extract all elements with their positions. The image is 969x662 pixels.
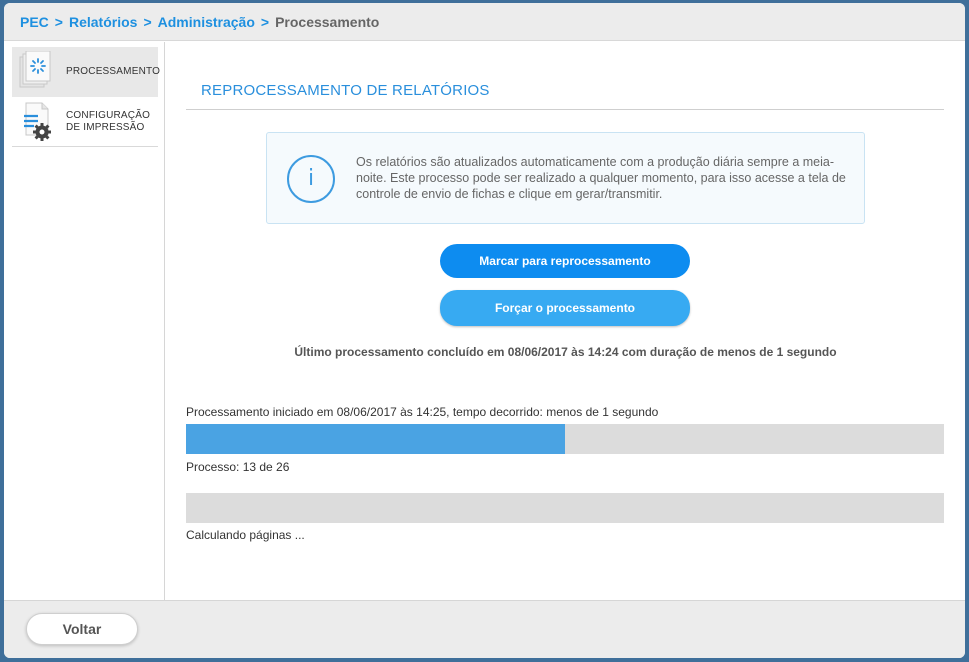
last-processing-status: Último processamento concluído em 08/06/…: [294, 345, 837, 359]
breadcrumb-administracao[interactable]: Administração: [158, 14, 255, 30]
pages-progress-bar: [186, 493, 944, 523]
footer-bar: Voltar: [4, 600, 965, 658]
breadcrumb-separator: >: [54, 13, 63, 30]
print-settings-icon: [18, 101, 58, 143]
breadcrumb-relatorios[interactable]: Relatórios: [69, 14, 137, 30]
sidebar-item-label-line2: DE IMPRESSÃO: [66, 122, 145, 133]
breadcrumb: PEC > Relatórios > Administração > Proce…: [4, 3, 965, 41]
breadcrumb-current: Processamento: [275, 13, 380, 30]
sidebar-divider: [12, 146, 158, 147]
sidebar-item-configuracao-impressao[interactable]: CONFIGURAÇÃO DE IMPRESSÃO: [12, 97, 158, 147]
info-text: Os relatórios são atualizados automatica…: [356, 155, 846, 201]
mark-reprocessing-button[interactable]: Marcar para reprocessamento: [440, 244, 690, 278]
breadcrumb-separator: >: [143, 13, 152, 30]
info-icon: i: [287, 155, 335, 203]
sidebar-item-label: PROCESSAMENTO: [66, 66, 161, 77]
info-box: i Os relatórios são atualizados automati…: [266, 132, 865, 224]
title-divider: [186, 109, 944, 110]
sidebar-item-label-line1: CONFIGURAÇÃO: [66, 110, 151, 121]
processing-progress-bar: [186, 424, 944, 454]
back-button[interactable]: Voltar: [26, 613, 138, 645]
main-content: REPROCESSAMENTO DE RELATÓRIOS i Os relat…: [166, 42, 965, 600]
page-title: REPROCESSAMENTO DE RELATÓRIOS: [201, 82, 490, 99]
breadcrumb-separator: >: [260, 13, 270, 30]
app-window: PEC > Relatórios > Administração > Proce…: [4, 3, 965, 658]
sidebar-item-processamento[interactable]: PROCESSAMENTO: [12, 47, 161, 97]
progress-fill: [186, 424, 565, 454]
processing-document-icon: [18, 50, 58, 93]
progress-started-label: Processamento iniciado em 08/06/2017 às …: [186, 405, 659, 419]
breadcrumb-pec[interactable]: PEC: [20, 14, 49, 30]
progress-status-label: Processo: 13 de 26: [186, 460, 290, 474]
sidebar-item-label: CONFIGURAÇÃO DE IMPRESSÃO: [66, 110, 150, 134]
pages-status-label: Calculando páginas ...: [186, 528, 305, 542]
force-processing-button[interactable]: Forçar o processamento: [440, 290, 690, 326]
sidebar: PROCESSAMENTO CONFIGURAÇÃO DE IMPRESSÃO: [4, 42, 165, 600]
